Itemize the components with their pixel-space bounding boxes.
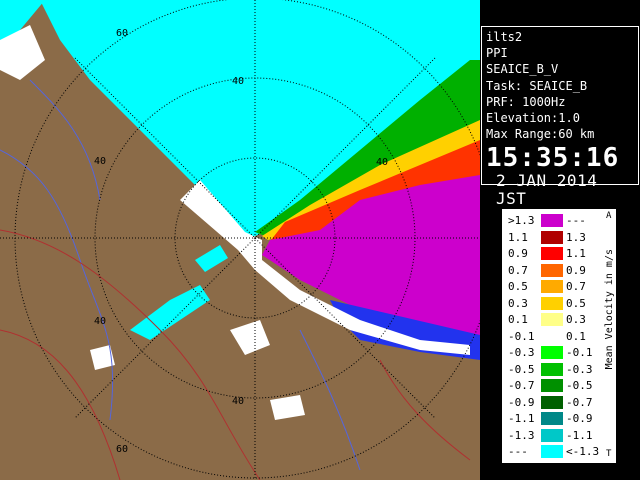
- station-name: ilts2: [486, 30, 523, 44]
- legend-high-value: 1.1: [566, 247, 586, 260]
- radar-ppi-display[interactable]: 60 40 40 40 40 60 40: [0, 0, 480, 480]
- legend-title: Mean Velocity in m/s: [604, 249, 615, 370]
- legend-high-value: <-1.3: [566, 445, 600, 458]
- legend-low-value: -1.3: [508, 428, 535, 442]
- legend-top-marker: A: [606, 211, 612, 221]
- elevation-value: Elevation:1.0: [486, 111, 580, 126]
- legend-high-value: 0.7: [566, 280, 586, 293]
- legend-swatch: [541, 313, 563, 326]
- legend-swatch: [541, 296, 563, 310]
- legend-low-value: 0.5: [508, 280, 528, 293]
- legend-low-value: -0.5: [508, 362, 535, 376]
- legend-swatch: [541, 379, 563, 392]
- legend-swatch: [541, 362, 563, 376]
- legend-low-value: -0.1: [508, 329, 535, 343]
- ring-label: 40: [94, 316, 106, 327]
- legend-low-value: >1.3: [508, 214, 535, 227]
- legend-high-value: ---: [566, 214, 586, 227]
- legend-swatch: [541, 428, 563, 442]
- legend-high-value: -0.9: [566, 412, 593, 425]
- legend-swatch: [541, 445, 563, 458]
- prf-value: PRF: 1000Hz: [486, 94, 566, 109]
- ring-label: 40: [232, 396, 244, 407]
- ring-label: 60: [116, 28, 128, 39]
- legend-low-value: 0.7: [508, 263, 528, 277]
- legend-swatch: [541, 346, 563, 359]
- ring-label: 40: [94, 156, 106, 167]
- legend-high-value: 0.9: [566, 263, 586, 277]
- legend-high-value: 0.5: [566, 296, 586, 310]
- max-range-value: Max Range:60 km: [486, 127, 595, 142]
- legend-low-value: 1.1: [508, 230, 528, 244]
- legend-swatch: [541, 280, 563, 293]
- ring-label: 40: [232, 76, 244, 87]
- legend-high-value: -1.1: [566, 428, 593, 442]
- legend-high-value: -0.3: [566, 362, 593, 376]
- velocity-legend: >1.3 --- 1.1 1.3 0.9 1.1 0.7 0.9 0.5 0.7 0.3 0.5 0.1…: [500, 207, 618, 465]
- legend-low-value: ---: [508, 445, 528, 458]
- legend-low-value: -0.3: [508, 346, 535, 359]
- scan-info-panel: ilts2 PPI SEAICE_B_V Task: SEAICE_B PRF:…: [481, 26, 639, 208]
- task-name: Task: SEAICE_B: [486, 78, 588, 93]
- scan-date: 2 JAN 2014 JST: [496, 171, 598, 209]
- ring-label: 40: [376, 157, 388, 168]
- legend-swatch: [541, 329, 563, 343]
- legend-high-value: -0.7: [566, 395, 593, 409]
- scan-type: PPI: [486, 46, 508, 61]
- radar-image: 60 40 40 40 40 60 40: [0, 0, 480, 480]
- legend-low-value: 0.3: [508, 296, 528, 310]
- legend-swatch: [541, 263, 563, 277]
- legend-low-value: 0.9: [508, 247, 528, 260]
- scan-time: 15:35:16: [486, 143, 620, 174]
- legend-high-value: 0.1: [566, 329, 586, 343]
- legend-low-value: -0.9: [508, 395, 535, 409]
- legend-low-value: 0.1: [508, 313, 528, 326]
- ring-label: 60: [116, 444, 128, 455]
- legend-swatch: [541, 412, 563, 425]
- legend-low-value: -1.1: [508, 412, 535, 425]
- legend-high-value: -0.5: [566, 379, 593, 392]
- legend-swatch: [541, 230, 563, 244]
- legend-high-value: 1.3: [566, 230, 586, 244]
- legend-bottom-marker: T: [606, 449, 612, 459]
- legend-low-value: -0.7: [508, 379, 535, 392]
- legend-swatch: [541, 214, 563, 227]
- legend-high-value: 0.3: [566, 313, 586, 326]
- product-name: SEAICE_B_V: [486, 62, 559, 77]
- legend-swatch: [541, 395, 563, 409]
- legend-swatch: [541, 247, 563, 260]
- legend-high-value: -0.1: [566, 346, 593, 359]
